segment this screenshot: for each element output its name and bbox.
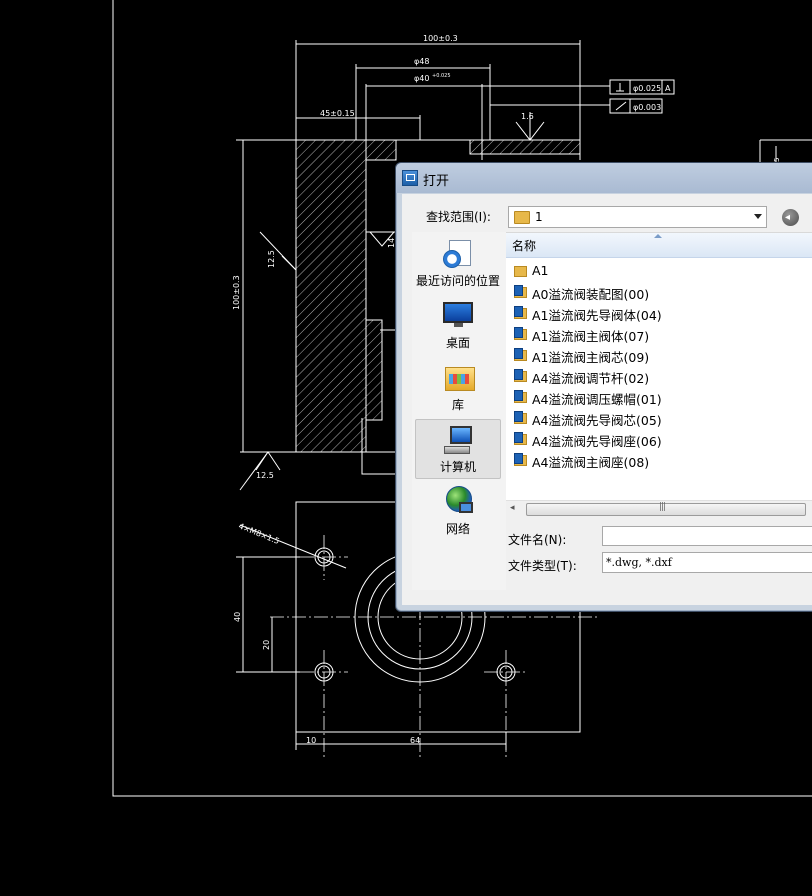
- scrollbar-thumb[interactable]: |||: [526, 502, 806, 516]
- look-in-value: 1: [535, 210, 543, 224]
- dwg-file-icon: [514, 306, 528, 320]
- list-item[interactable]: A4溢流阀先导阀座(06): [506, 429, 812, 450]
- dwg-file-icon: [514, 369, 528, 383]
- file-name: A0溢流阀装配图(00): [532, 287, 650, 302]
- dwg-file-icon: [514, 432, 528, 446]
- filetype-value: *.dwg, *.dxf: [606, 556, 672, 569]
- chevron-down-icon[interactable]: [754, 214, 762, 219]
- file-name: A4溢流阀先导阀芯(05): [532, 413, 662, 428]
- file-name: A1: [532, 263, 549, 278]
- folder-icon: [514, 264, 528, 278]
- file-name: A4溢流阀主阀座(08): [532, 455, 650, 470]
- roughness-left: 12.5: [267, 250, 276, 268]
- file-name: A1溢流阀先导阀体(04): [532, 308, 662, 323]
- dwg-file-icon: [514, 285, 528, 299]
- hatched-section-topright: [469, 139, 581, 155]
- list-item[interactable]: A1溢流阀先导阀体(04): [506, 303, 812, 324]
- place-network[interactable]: 网络: [415, 482, 501, 542]
- filename-label: 文件名(N):: [508, 533, 567, 547]
- open-file-dialog: 打开 查找范围(I): 1 ◂ 最近访问的位置 桌面 库 计算机 网络 名称 A…: [395, 162, 812, 612]
- dim-64: 64: [410, 736, 420, 745]
- list-item[interactable]: A0溢流阀装配图(00): [506, 282, 812, 303]
- list-item[interactable]: A1溢流阀主阀体(07): [506, 324, 812, 345]
- places-bar: 最近访问的位置 桌面 库 计算机 网络: [412, 232, 506, 590]
- hatched-section-inner: [365, 319, 383, 421]
- computer-icon: [444, 424, 476, 454]
- dim-dia-40-tol: +0.025: [432, 73, 451, 79]
- column-header-name[interactable]: 名称: [506, 233, 812, 258]
- scroll-left-icon[interactable]: ◂: [510, 503, 515, 513]
- dwg-file-icon: [514, 348, 528, 362]
- file-list: 名称 A1 A0溢流阀装配图(00) A1溢流阀先导阀体(04) A1溢流阀主阀…: [506, 232, 812, 517]
- file-name: A4溢流阀先导阀座(06): [532, 434, 662, 449]
- place-label: 桌面: [445, 336, 470, 350]
- list-item[interactable]: A4溢流阀调节杆(02): [506, 366, 812, 387]
- place-desktop[interactable]: 桌面: [415, 296, 501, 356]
- grip-icon: |||: [659, 502, 666, 512]
- dwg-file-icon: [514, 327, 528, 341]
- dialog-titlebar[interactable]: 打开: [396, 163, 812, 193]
- dialog-client-area: 查找范围(I): 1 ◂ 最近访问的位置 桌面 库 计算机 网络 名称 A1 A…: [402, 194, 812, 605]
- roughness-top: 1.6: [521, 112, 534, 121]
- place-recent[interactable]: 最近访问的位置: [415, 234, 501, 294]
- place-label: 库: [451, 398, 464, 412]
- libraries-icon: [443, 362, 475, 392]
- file-name: A1溢流阀主阀芯(09): [532, 350, 650, 365]
- hatched-section-top: [365, 139, 397, 161]
- hatched-section-left: [295, 139, 367, 453]
- filetype-label: 文件类型(T):: [508, 559, 577, 573]
- thread-note: 4×M8×1.5: [237, 522, 280, 547]
- list-item[interactable]: A4溢流阀主阀座(08): [506, 450, 812, 471]
- column-header-label: 名称: [512, 239, 537, 253]
- dim-dia-40: φ40: [414, 74, 429, 83]
- look-in-label: 查找范围(I):: [426, 210, 491, 224]
- place-libraries[interactable]: 库: [415, 358, 501, 418]
- sort-ascending-icon: [654, 234, 662, 238]
- place-label: 网络: [445, 522, 470, 536]
- dim-40: 40: [233, 612, 242, 622]
- look-in-dropdown[interactable]: 1: [508, 206, 767, 228]
- dwg-file-icon: [514, 453, 528, 467]
- file-name: A4溢流阀调节杆(02): [532, 371, 650, 386]
- place-label: 最近访问的位置: [415, 274, 500, 288]
- back-button[interactable]: ◂: [782, 209, 799, 226]
- filetype-select[interactable]: *.dwg, *.dxf: [602, 552, 812, 573]
- tol-datum: A: [665, 84, 671, 93]
- file-rows: A1 A0溢流阀装配图(00) A1溢流阀先导阀体(04) A1溢流阀主阀体(0…: [506, 261, 812, 471]
- filename-input[interactable]: [602, 526, 812, 546]
- place-computer[interactable]: 计算机: [415, 419, 501, 479]
- list-item[interactable]: A1溢流阀主阀芯(09): [506, 345, 812, 366]
- list-item[interactable]: A4溢流阀调压螺帽(01): [506, 387, 812, 408]
- dim-45: 45±0.15: [320, 109, 355, 118]
- file-name: A4溢流阀调压螺帽(01): [532, 392, 662, 407]
- tol-perpendicularity: φ0.025: [633, 84, 661, 93]
- network-icon: [443, 486, 475, 516]
- dim-overall-width: 100±0.3: [423, 34, 458, 43]
- roughness-bottom: 12.5: [256, 471, 274, 480]
- dim-10: 10: [306, 736, 316, 745]
- dim-height: 100±0.3: [232, 275, 241, 310]
- recent-places-icon: [443, 238, 475, 268]
- dim-20: 20: [262, 640, 271, 650]
- desktop-icon: [443, 300, 475, 330]
- dwg-file-icon: [514, 390, 528, 404]
- dialog-title: 打开: [423, 174, 450, 189]
- list-item[interactable]: A4溢流阀先导阀芯(05): [506, 408, 812, 429]
- folder-icon: [514, 211, 530, 224]
- back-arrow-icon: ◂: [785, 212, 791, 223]
- list-item[interactable]: A1: [506, 261, 812, 282]
- file-name: A1溢流阀主阀体(07): [532, 329, 650, 344]
- horizontal-scrollbar[interactable]: ◂ |||: [506, 500, 812, 517]
- app-icon: [402, 170, 418, 186]
- place-label: 计算机: [439, 460, 476, 474]
- tol-runout: φ0.003: [633, 103, 661, 112]
- dwg-file-icon: [514, 411, 528, 425]
- dim-dia-48: φ48: [414, 57, 429, 66]
